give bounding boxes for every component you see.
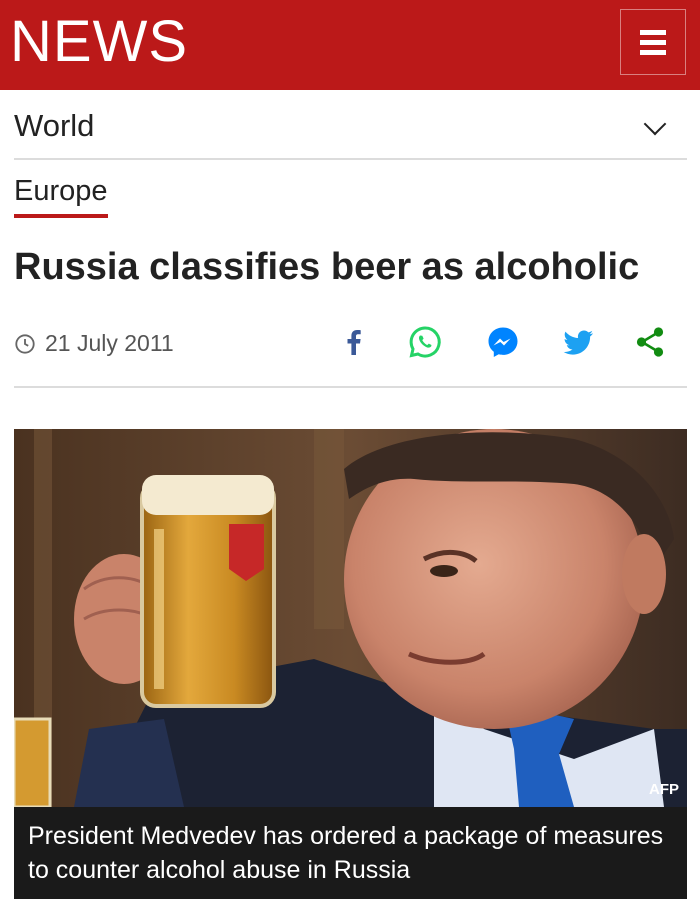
clock-icon <box>15 334 35 354</box>
twitter-share-button[interactable] <box>560 324 596 360</box>
section-nav[interactable]: World <box>14 92 687 160</box>
whatsapp-share-button[interactable] <box>407 324 443 360</box>
facebook-icon <box>347 330 361 355</box>
twitter-icon <box>563 330 593 355</box>
hamburger-menu-icon <box>640 29 666 35</box>
messenger-share-button[interactable] <box>485 324 521 360</box>
section-label-world: World <box>14 108 95 143</box>
subsection-link-europe[interactable]: Europe <box>14 175 108 218</box>
photo-credit: AFP <box>649 781 679 798</box>
article-photo[interactable] <box>14 429 687 807</box>
article-headline: Russia classifies beer as alcoholic <box>14 246 640 288</box>
news-logo[interactable]: NEWS <box>10 10 188 74</box>
article-meta: 21 July 2011 <box>14 318 687 388</box>
whatsapp-icon <box>409 326 441 358</box>
article-image-figure: AFP President Medvedev has ordered a pac… <box>14 429 687 899</box>
facebook-share-button[interactable] <box>336 324 372 360</box>
chevron-down-icon[interactable] <box>643 112 667 136</box>
publish-date: 21 July 2011 <box>45 330 174 356</box>
top-bar: NEWS <box>0 0 700 90</box>
share-icon <box>636 327 664 357</box>
share-button[interactable] <box>632 324 668 360</box>
image-caption: President Medvedev has ordered a package… <box>14 807 687 899</box>
menu-button[interactable] <box>620 9 686 75</box>
messenger-icon <box>488 327 518 357</box>
